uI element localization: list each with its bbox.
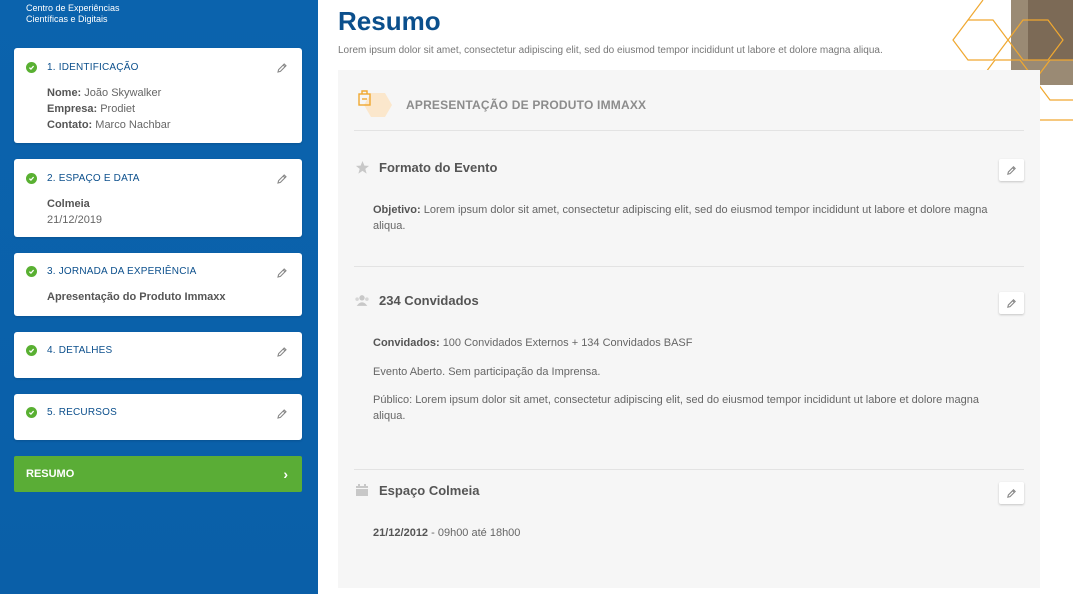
step-header: 5. RECURSOS bbox=[26, 407, 117, 418]
product-title: APRESENTAÇÃO DE PRODUTO IMMAXX bbox=[406, 98, 647, 112]
space-date: 21/12/2019 bbox=[47, 214, 103, 226]
space-name-text: Colmeia bbox=[47, 198, 90, 210]
pencil-icon[interactable] bbox=[276, 345, 288, 357]
step-header: 1. IDENTIFICAÇÃO bbox=[26, 62, 139, 73]
pencil-icon bbox=[1007, 165, 1016, 175]
field-contact: Contato: Marco Nachbar bbox=[47, 117, 170, 133]
step-card-jornada[interactable]: 3. JORNADA DA EXPERIÊNCIA Apresentação d… bbox=[14, 253, 302, 316]
field-label: Empresa: bbox=[47, 103, 98, 115]
check-icon bbox=[26, 173, 37, 184]
pencil-icon bbox=[1007, 488, 1016, 498]
schedule-text: 21/12/2012 - 09h00 até 18h00 bbox=[373, 525, 1013, 541]
brand-text: Centro de Experiências Científicas e Dig… bbox=[26, 3, 120, 25]
brand-line-2: Científicas e Digitais bbox=[26, 14, 108, 24]
objective-text: Objetivo: Lorem ipsum dolor sit amet, co… bbox=[373, 202, 1013, 234]
check-icon bbox=[26, 62, 37, 73]
pencil-icon[interactable] bbox=[276, 266, 288, 278]
page-title: Resumo bbox=[338, 6, 441, 36]
step-card-espaco-data[interactable]: 2. ESPAÇO E DATA Colmeia 21/12/2019 bbox=[14, 159, 302, 237]
resumo-button[interactable]: RESUMO › bbox=[14, 456, 302, 492]
section-espaco-header: Espaço Colmeia bbox=[354, 482, 479, 498]
section-formato-header: Formato do Evento bbox=[354, 159, 497, 175]
check-icon bbox=[26, 345, 37, 356]
section-title: Formato do Evento bbox=[379, 159, 498, 175]
field-label: Nome: bbox=[47, 87, 82, 99]
section-title: 234 Convidados bbox=[379, 292, 479, 308]
guests-text: Convidados: 100 Convidados Externos + 13… bbox=[373, 335, 1013, 351]
schedule-time: - 09h00 até 18h00 bbox=[428, 527, 521, 539]
field-value: Marco Nachbar bbox=[95, 119, 171, 131]
calendar-icon bbox=[354, 482, 370, 498]
journey-name: Apresentação do Produto Immaxx bbox=[47, 291, 226, 303]
step-details: Colmeia 21/12/2019 bbox=[47, 196, 102, 228]
step-details: Nome: João Skywalker Empresa: Prodiet Co… bbox=[47, 85, 170, 133]
guests-label: Convidados: bbox=[373, 337, 440, 349]
field-value: João Skywalker bbox=[84, 87, 162, 99]
public-text: Público: Lorem ipsum dolor sit amet, con… bbox=[373, 394, 979, 422]
pencil-icon[interactable] bbox=[276, 407, 288, 419]
step-title: 5. RECURSOS bbox=[47, 407, 117, 418]
edit-convidados-button[interactable] bbox=[999, 292, 1024, 314]
edit-espaco-button[interactable] bbox=[999, 482, 1024, 504]
summary-panel: APRESENTAÇÃO DE PRODUTO IMMAXX Formato d… bbox=[338, 70, 1040, 588]
objective-body: Lorem ipsum dolor sit amet, consectetur … bbox=[373, 204, 988, 232]
pencil-icon[interactable] bbox=[276, 172, 288, 184]
step-header: 3. JORNADA DA EXPERIÊNCIA bbox=[26, 266, 197, 277]
event-type-text: Evento Aberto. Sem participação da Impre… bbox=[373, 366, 601, 378]
resumo-button-label: RESUMO bbox=[26, 468, 75, 480]
step-card-identificacao[interactable]: 1. IDENTIFICAÇÃO Nome: João Skywalker Em… bbox=[14, 48, 302, 143]
divider bbox=[354, 130, 1024, 131]
step-header: 4. DETALHES bbox=[26, 345, 112, 356]
brand-line-1: Centro de Experiências bbox=[26, 3, 120, 13]
step-title: 1. IDENTIFICAÇÃO bbox=[47, 62, 139, 73]
field-name: Nome: João Skywalker bbox=[47, 85, 170, 101]
check-icon bbox=[26, 266, 37, 277]
step-title: 4. DETALHES bbox=[47, 345, 113, 356]
objective-label: Objetivo: bbox=[373, 204, 421, 216]
star-icon bbox=[354, 159, 370, 175]
product-icon bbox=[358, 90, 392, 117]
section-title: Espaço Colmeia bbox=[379, 482, 480, 498]
step-title: 3. JORNADA DA EXPERIÊNCIA bbox=[47, 266, 197, 277]
space-name: Colmeia bbox=[47, 196, 102, 212]
schedule-date: 21/12/2012 bbox=[373, 527, 429, 539]
guests-body: 100 Convidados Externos + 134 Convidados… bbox=[442, 337, 693, 349]
check-icon bbox=[26, 407, 37, 418]
step-card-detalhes[interactable]: 4. DETALHES bbox=[14, 332, 302, 378]
step-title: 2. ESPAÇO E DATA bbox=[47, 173, 140, 184]
step-header: 2. ESPAÇO E DATA bbox=[26, 173, 140, 184]
section-convidados-header: 234 Convidados bbox=[354, 292, 479, 308]
divider bbox=[354, 266, 1024, 267]
users-icon bbox=[354, 292, 370, 308]
page-subtitle: Lorem ipsum dolor sit amet, consectetur … bbox=[338, 45, 883, 56]
field-company: Empresa: Prodiet bbox=[47, 101, 170, 117]
edit-formato-button[interactable] bbox=[999, 159, 1024, 181]
pencil-icon bbox=[1007, 298, 1016, 308]
chevron-right-icon: › bbox=[283, 466, 288, 482]
field-label: Contato: bbox=[47, 119, 93, 131]
field-value: Prodiet bbox=[100, 103, 136, 115]
step-details: Apresentação do Produto Immaxx bbox=[47, 289, 226, 305]
divider bbox=[354, 469, 1024, 470]
sidebar: Centro de Experiências Científicas e Dig… bbox=[0, 0, 318, 594]
step-card-recursos[interactable]: 5. RECURSOS bbox=[14, 394, 302, 440]
product-header: APRESENTAÇÃO DE PRODUTO IMMAXX bbox=[354, 88, 646, 122]
pencil-icon[interactable] bbox=[276, 61, 288, 73]
